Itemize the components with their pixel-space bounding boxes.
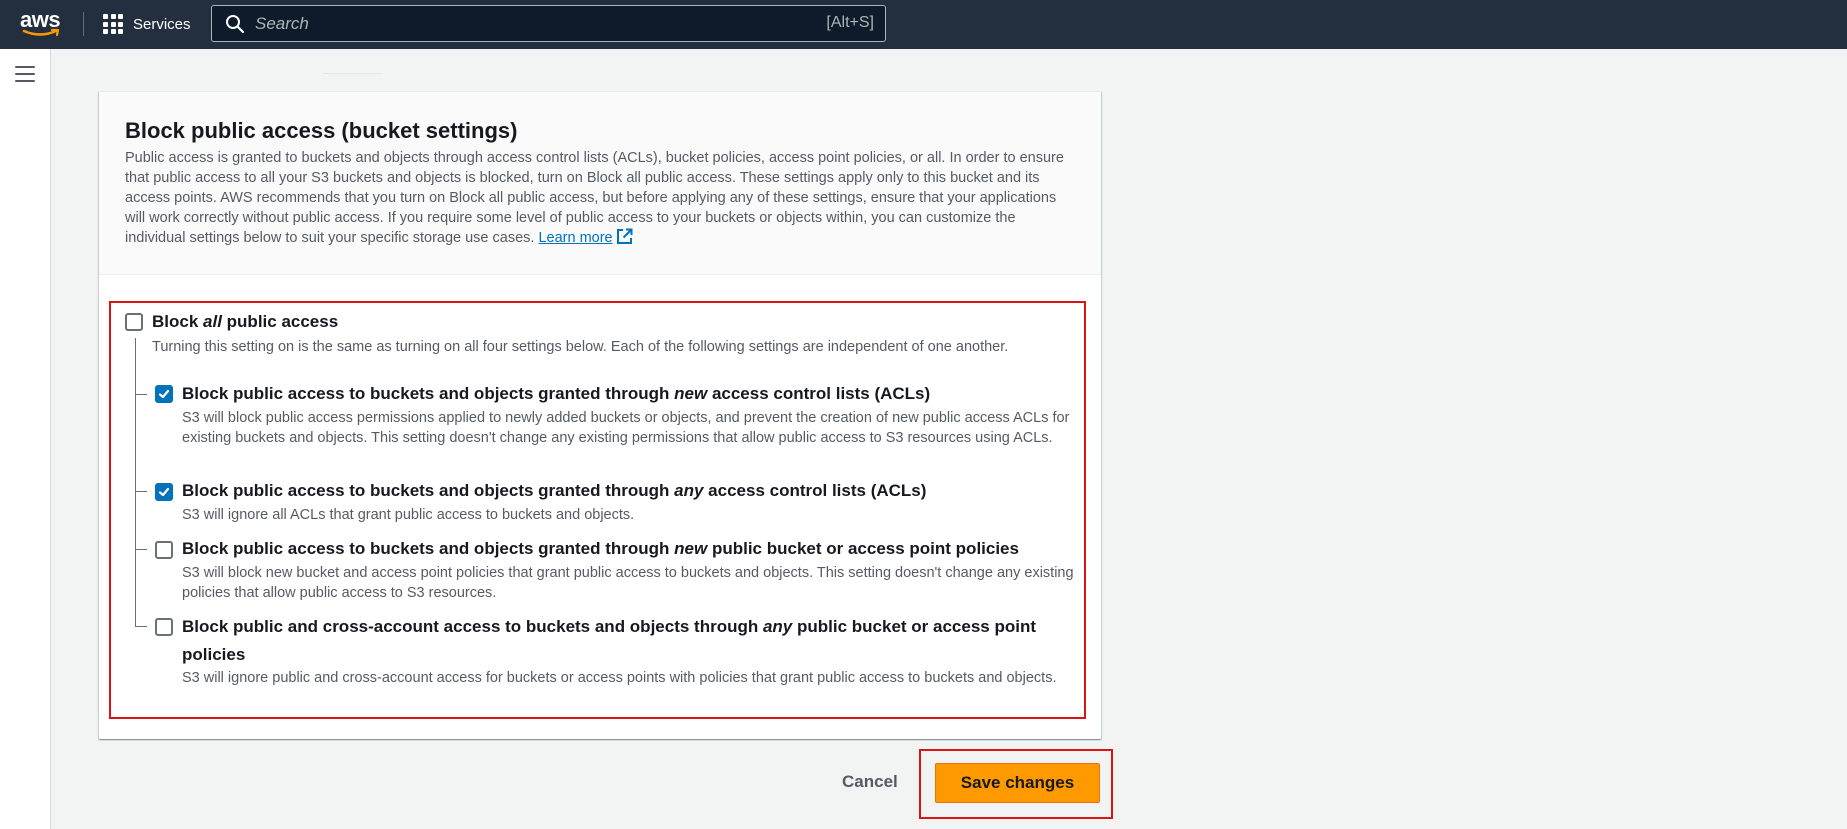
search-shortcut-hint: [Alt+S]	[826, 14, 874, 31]
checkmark-icon	[158, 389, 170, 399]
aws-smile-icon	[22, 28, 60, 37]
block-cross-account-title: Block public and cross-account access to…	[182, 617, 1036, 664]
divider	[323, 73, 383, 74]
search-input[interactable]	[255, 13, 795, 34]
tree-branch	[135, 491, 147, 492]
external-link-icon[interactable]	[616, 228, 633, 245]
services-menu-button[interactable]: Services	[103, 14, 191, 34]
checkmark-icon	[158, 487, 170, 497]
tree-branch	[135, 549, 147, 550]
panel-header: Block public access (bucket settings) Pu…	[99, 92, 1101, 275]
tree-connector	[135, 338, 136, 627]
top-navigation-bar: aws Services [Alt+S]	[0, 0, 1847, 49]
block-new-policies-description: S3 will block new bucket and access poin…	[182, 565, 1074, 601]
search-icon	[226, 14, 245, 33]
search-box[interactable]: [Alt+S]	[211, 5, 886, 42]
cancel-button[interactable]: Cancel	[842, 772, 898, 792]
apps-grid-icon	[103, 14, 123, 34]
block-new-policies-checkbox[interactable]	[155, 541, 173, 559]
block-all-description: Turning this setting on is the same as t…	[152, 339, 1009, 355]
nav-divider	[83, 12, 84, 36]
learn-more-link[interactable]: Learn more	[538, 230, 612, 246]
side-navigation-rail	[0, 49, 51, 829]
tree-branch	[135, 626, 147, 627]
panel-description: Public access is granted to buckets and …	[125, 148, 1075, 248]
block-any-acls-checkbox[interactable]	[155, 483, 173, 501]
save-changes-button[interactable]: Save changes	[935, 763, 1100, 803]
block-all-checkbox[interactable]	[125, 313, 143, 331]
tree-branch	[135, 394, 147, 395]
block-new-acls-description: S3 will block public access permissions …	[182, 410, 1070, 446]
hamburger-menu-icon[interactable]	[15, 66, 35, 82]
block-new-acls-checkbox[interactable]	[155, 385, 173, 403]
block-all-title: Block all public access	[152, 312, 339, 331]
block-cross-account-description: S3 will ignore public and cross-account …	[182, 670, 1057, 686]
block-any-acls-description: S3 will ignore all ACLs that grant publi…	[182, 507, 635, 523]
services-label: Services	[133, 15, 191, 33]
block-new-acls-title: Block public access to buckets and objec…	[182, 384, 931, 403]
block-cross-account-checkbox[interactable]	[155, 618, 173, 636]
panel-title: Block public access (bucket settings)	[125, 118, 518, 143]
block-new-policies-title: Block public access to buckets and objec…	[182, 539, 1019, 558]
block-any-acls-title: Block public access to buckets and objec…	[182, 481, 927, 500]
aws-logo[interactable]: aws	[20, 9, 64, 39]
